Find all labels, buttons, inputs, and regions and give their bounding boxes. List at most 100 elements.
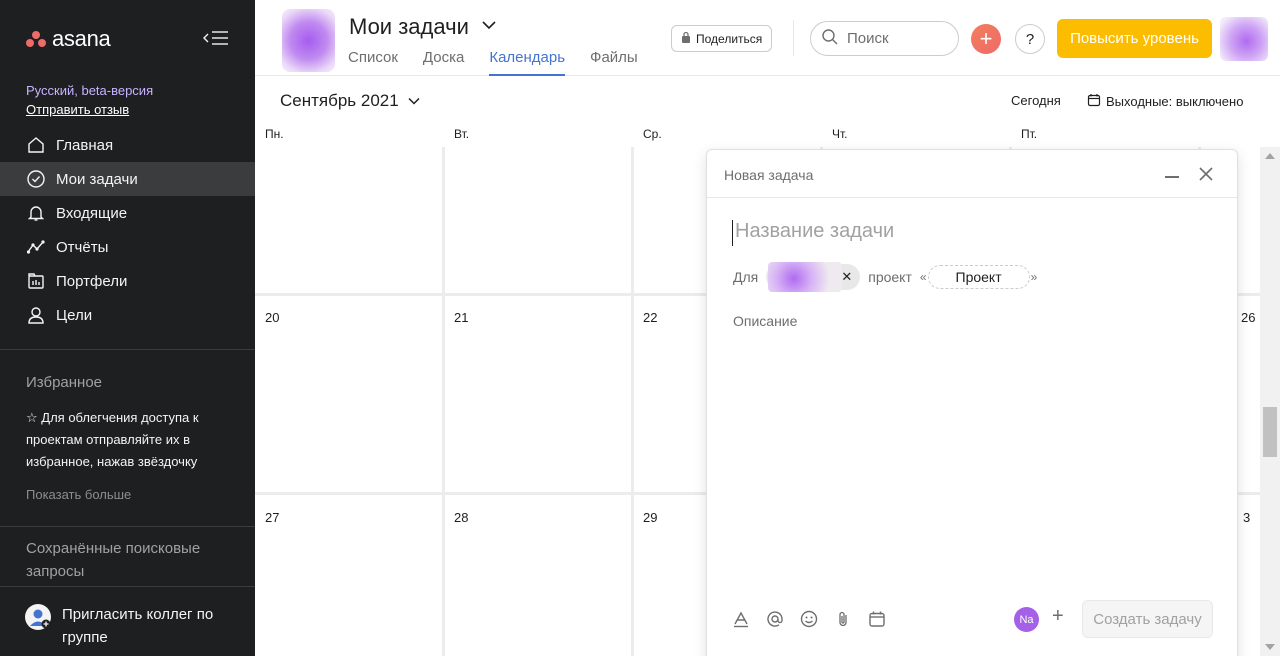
collapse-sidebar-icon[interactable]	[202, 26, 230, 50]
sidebar-item-portfolios[interactable]: Портфели	[0, 264, 255, 298]
asana-logo[interactable]: asana	[26, 26, 111, 52]
chevron-down-icon[interactable]	[481, 18, 497, 36]
day-header-fri: Пт.	[1021, 127, 1038, 141]
tab-files[interactable]: Файлы	[590, 47, 638, 76]
weekends-label: Выходные: выключено	[1106, 94, 1244, 109]
logo-text: asana	[52, 26, 111, 51]
minimize-icon[interactable]	[1165, 176, 1179, 178]
emoji-icon[interactable]	[799, 609, 819, 629]
weekends-toggle[interactable]: Выходные: выключено	[1087, 93, 1243, 110]
send-feedback-link[interactable]: Отправить отзыв	[26, 102, 129, 117]
sidebar-item-home[interactable]: Главная	[0, 128, 255, 162]
portfolio-icon	[26, 271, 46, 291]
mention-icon[interactable]	[765, 609, 785, 629]
month-label: Сентябрь 2021	[280, 91, 399, 110]
day-number: 27	[265, 510, 280, 525]
page-header: Мои задачи Список Доска Календарь Файлы …	[255, 0, 1280, 76]
tab-calendar[interactable]: Календарь	[489, 47, 566, 76]
day-number: 26	[1241, 310, 1256, 325]
calendar-icon[interactable]	[867, 609, 887, 629]
attachment-icon[interactable]	[833, 609, 853, 629]
day-header-mon: Пн.	[265, 127, 284, 141]
day-number: 22	[643, 310, 658, 325]
sidebar-item-reports[interactable]: Отчёты	[0, 230, 255, 264]
chevron-down-icon	[407, 91, 421, 111]
month-selector[interactable]: Сентябрь 2021	[280, 91, 421, 111]
grid-line	[442, 147, 445, 656]
scroll-down-arrow-icon[interactable]	[1265, 644, 1275, 650]
text-format-icon[interactable]	[731, 609, 751, 629]
vertical-scrollbar[interactable]	[1260, 147, 1280, 656]
day-number: 3	[1243, 510, 1251, 525]
page-title: Мои задачи	[349, 14, 469, 39]
scrollbar-thumb[interactable]	[1263, 407, 1277, 457]
sidebar-divider	[0, 586, 255, 587]
close-icon[interactable]	[1197, 165, 1215, 183]
lock-icon	[681, 31, 691, 46]
help-button[interactable]: ?	[1015, 24, 1045, 54]
saved-searches-title[interactable]: Сохранённые поисковые запросы	[26, 537, 226, 583]
project-selector[interactable]: « Проект »	[920, 265, 1037, 289]
view-tabs: Список Доска Календарь Файлы	[348, 47, 663, 76]
day-header-wed: Ср.	[643, 127, 662, 141]
sidebar-item-my-tasks[interactable]: Мои задачи	[0, 162, 255, 196]
invite-teammates-label: Пригласить коллег по группе	[62, 606, 214, 646]
goal-icon	[26, 305, 46, 325]
collaborator-avatar[interactable]: Na	[1014, 607, 1039, 632]
quick-add-button[interactable]: +	[971, 24, 1001, 54]
sidebar-divider	[0, 349, 255, 350]
day-header-tue: Вт.	[454, 127, 470, 141]
beta-language-label: Русский, beta-версия	[26, 83, 154, 98]
day-number: 29	[643, 510, 658, 525]
sidebar-item-label: Отчёты	[56, 238, 109, 256]
invite-teammates-button[interactable]: Пригласить коллег по группе	[24, 603, 232, 649]
avatar[interactable]	[1220, 17, 1268, 61]
sidebar-item-label: Портфели	[56, 272, 128, 290]
tab-list[interactable]: Список	[348, 47, 398, 76]
create-task-button[interactable]: Создать задачу	[1082, 600, 1213, 638]
star-icon: ☆	[26, 410, 42, 425]
calendar-toolbar: Сентябрь 2021 Сегодня Выходные: выключен…	[255, 77, 1280, 125]
upgrade-button[interactable]: Повысить уровень	[1057, 19, 1212, 58]
sidebar: asana Русский, beta-версия Отправить отз…	[0, 0, 255, 656]
avatar	[768, 262, 843, 292]
task-name-input[interactable]: Название задачи	[732, 220, 894, 246]
day-header-thu: Чт.	[832, 127, 848, 141]
sidebar-item-label: Входящие	[56, 204, 128, 222]
sidebar-nav: Главная Мои задачи Входящие Отчёты Портф…	[0, 128, 255, 332]
dialog-title: Новая задача	[724, 167, 814, 183]
favorites-hint-text: Для облегчения доступа к проектам отправ…	[26, 410, 199, 469]
scroll-up-arrow-icon[interactable]	[1265, 153, 1275, 159]
for-label: Для	[733, 269, 759, 285]
share-button[interactable]: Поделиться	[671, 25, 773, 52]
dialog-header: Новая задача	[707, 150, 1237, 198]
favorites-title[interactable]: Избранное	[26, 374, 102, 391]
sidebar-item-inbox[interactable]: Входящие	[0, 196, 255, 230]
sidebar-item-goals[interactable]: Цели	[0, 298, 255, 332]
calendar-icon	[1087, 93, 1101, 110]
tab-board[interactable]: Доска	[423, 47, 464, 76]
today-button[interactable]: Сегодня	[1011, 93, 1061, 108]
description-field[interactable]: Описание	[733, 313, 797, 329]
share-label: Поделиться	[696, 31, 763, 46]
check-circle-icon	[26, 169, 46, 189]
bell-icon	[26, 203, 46, 223]
add-collaborator-icon[interactable]: +	[1052, 605, 1064, 628]
favorites-hint: ☆ Для облегчения доступа к проектам отпр…	[26, 407, 226, 473]
search-input[interactable]: Поиск	[810, 21, 959, 56]
assignee-chip[interactable]: ✕	[766, 262, 861, 292]
dialog-toolbar	[731, 609, 887, 629]
sidebar-item-label: Мои задачи	[56, 170, 138, 188]
new-task-dialog: Новая задача Название задачи Для ✕ проек…	[706, 149, 1238, 656]
show-more-link[interactable]: Показать больше	[26, 487, 131, 502]
page-avatar	[282, 9, 335, 72]
search-placeholder: Поиск	[847, 30, 889, 47]
asana-logo-icon	[26, 31, 46, 47]
invite-people-icon	[24, 603, 52, 636]
plus-icon: +	[979, 26, 993, 51]
day-number: 28	[454, 510, 469, 525]
project-placeholder: Проект	[927, 265, 1030, 289]
search-icon	[821, 28, 839, 50]
day-number: 21	[454, 310, 469, 325]
remove-assignee-icon[interactable]: ✕	[841, 269, 852, 285]
